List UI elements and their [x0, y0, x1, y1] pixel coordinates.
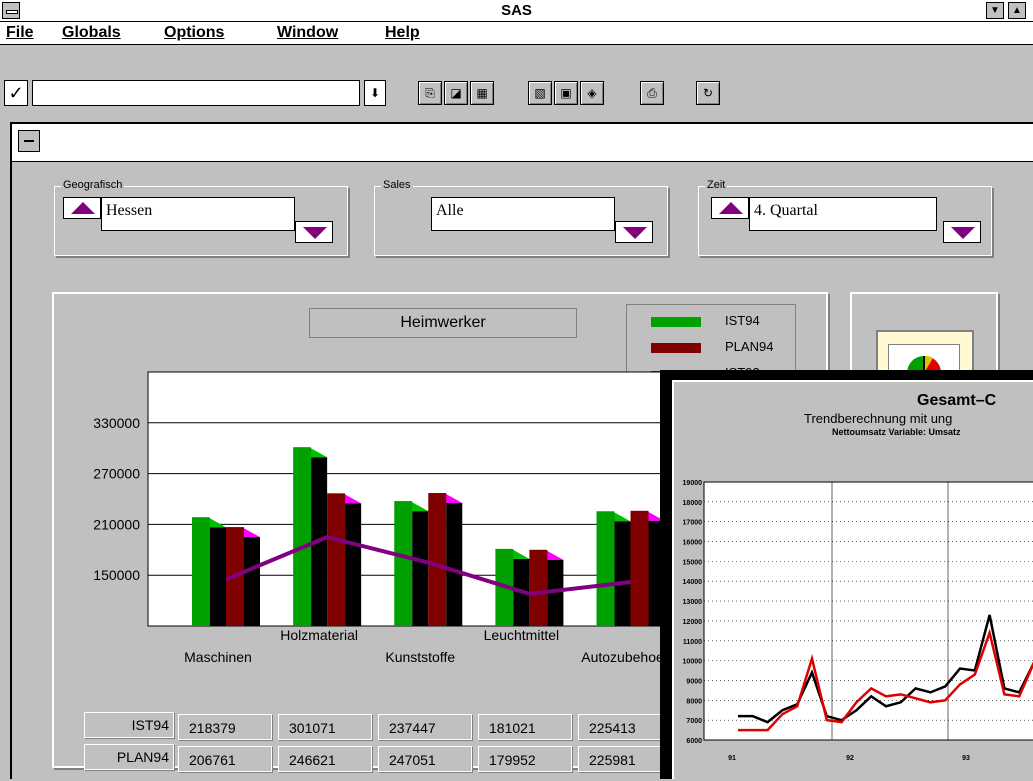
- table-cell: 301071: [278, 714, 372, 740]
- filter-geo-label: Geografisch: [61, 179, 125, 191]
- menu-options[interactable]: Options: [164, 24, 224, 42]
- down-arrow-icon: [951, 227, 975, 239]
- sales-value-field[interactable]: Alle: [431, 197, 615, 231]
- table-row-label-plan94: PLAN94: [84, 744, 174, 770]
- table-cell: 179952: [478, 746, 572, 772]
- undo-icon[interactable]: ↻: [696, 81, 720, 105]
- up-arrow-icon: [71, 202, 95, 214]
- report-window-menu-button[interactable]: [18, 130, 40, 152]
- command-input[interactable]: [32, 80, 360, 106]
- bar: [394, 501, 413, 626]
- trend-y-tick-label: 9000: [686, 678, 702, 685]
- trend-y-tick-label: 7000: [686, 718, 702, 725]
- x-tick-label: Holzmaterial: [280, 627, 358, 643]
- trend-y-tick-label: 15000: [683, 559, 703, 566]
- zeit-down-button[interactable]: [943, 221, 981, 243]
- table-cell: 225981: [578, 746, 672, 772]
- table-cell: 225413: [578, 714, 672, 740]
- x-tick-label: Autozubehoe: [581, 649, 664, 665]
- up-arrow-icon: [719, 202, 743, 214]
- bar: [327, 493, 346, 626]
- bar: [596, 511, 615, 626]
- trend-y-tick-label: 18000: [683, 500, 703, 507]
- y-tick-label: 210000: [93, 516, 140, 532]
- table-icon[interactable]: ▦: [470, 81, 494, 105]
- toolbar: ✓ ⬇ ⎘ ◪ ▦ ▧ ▣ ◈ ⎙ ↻: [0, 46, 1033, 121]
- table-cell: 246621: [278, 746, 372, 772]
- table-cell: 218379: [178, 714, 272, 740]
- geo-up-button[interactable]: [63, 197, 101, 219]
- print-icon[interactable]: ⎙: [640, 81, 664, 105]
- geo-value-field[interactable]: Hessen: [101, 197, 295, 231]
- filter-sales-group: Sales Alle: [374, 179, 668, 256]
- trend-chart: 19000 18000 17000 16000 15000 14000 13000 12000…: [683, 480, 1033, 762]
- trend-y-tick-label: 12000: [683, 619, 703, 626]
- table-row-label-ist94: IST94: [84, 712, 174, 738]
- trend-window[interactable]: Gesamt–C Trendberechnung mit ung Nettoum…: [660, 370, 1033, 779]
- diamond-icon[interactable]: ◈: [580, 81, 604, 105]
- trend-y-tick-label: 13000: [683, 599, 703, 606]
- x-tick-label: Kunststoffe: [385, 649, 455, 665]
- trend-y-tick-label: 17000: [683, 520, 703, 527]
- filter-sales-label: Sales: [381, 179, 413, 191]
- app-title: SAS: [501, 2, 532, 19]
- trend-y-tick-label: 19000: [683, 480, 703, 487]
- trend-plot-area: [703, 481, 1033, 741]
- trend-x-tick-label: 92: [846, 755, 854, 762]
- bar: [529, 549, 548, 626]
- trend-x-tick-label: 91: [728, 755, 736, 762]
- table-cell: 237447: [378, 714, 472, 740]
- trend-panel: Gesamt–C Trendberechnung mit ung Nettoum…: [672, 380, 1033, 779]
- copy-icon[interactable]: ⎘: [418, 81, 442, 105]
- menu-globals[interactable]: Globals: [62, 24, 121, 42]
- table-cell: 206761: [178, 746, 272, 772]
- trend-y-tick-label: 10000: [683, 659, 703, 666]
- bar-side: [244, 537, 260, 626]
- menu-file[interactable]: File: [6, 24, 34, 42]
- sales-down-button[interactable]: [615, 221, 653, 243]
- geo-down-button[interactable]: [295, 221, 333, 243]
- trend-y-tick-label: 16000: [683, 540, 703, 547]
- trend-x-tick-label: 93: [962, 755, 970, 762]
- graph-icon[interactable]: ◪: [444, 81, 468, 105]
- y-tick-label: 150000: [93, 567, 140, 583]
- filter-geo-group: Geografisch Hessen: [54, 179, 348, 256]
- map-icon[interactable]: ▧: [528, 81, 552, 105]
- notepad-icon[interactable]: ▣: [554, 81, 578, 105]
- bar-side: [210, 527, 226, 626]
- trend-y-tick-label: 11000: [683, 639, 702, 646]
- bar-side: [614, 521, 631, 626]
- x-tick-label: Maschinen: [184, 649, 252, 665]
- check-icon[interactable]: ✓: [4, 80, 28, 106]
- menu-help[interactable]: Help: [385, 24, 420, 42]
- trend-y-tick-label: 6000: [686, 738, 702, 745]
- bar-side: [412, 511, 429, 626]
- down-arrow-icon: [303, 227, 327, 239]
- maximize-button[interactable]: ▲: [1008, 2, 1026, 19]
- trend-y-tick-label: 8000: [686, 698, 702, 705]
- filter-zeit-group: Zeit 4. Quartal: [698, 179, 992, 256]
- y-tick-label: 330000: [93, 415, 140, 431]
- zeit-value-field[interactable]: 4. Quartal: [749, 197, 937, 231]
- bar: [630, 510, 649, 626]
- y-tick-label: 270000: [93, 466, 140, 482]
- bar-side: [446, 503, 463, 626]
- minimize-button[interactable]: ▼: [986, 2, 1004, 19]
- command-dropdown-button[interactable]: ⬇: [364, 80, 386, 106]
- x-tick-label: Leuchtmittel: [484, 627, 559, 643]
- bar: [192, 517, 210, 626]
- table-cell: 247051: [378, 746, 472, 772]
- trend-y-tick-label: 14000: [683, 579, 703, 586]
- bar: [428, 493, 447, 626]
- menu-window[interactable]: Window: [277, 24, 338, 42]
- zeit-up-button[interactable]: [711, 197, 749, 219]
- bar: [293, 447, 312, 626]
- report-window-titlebar: [12, 124, 1033, 162]
- down-arrow-icon: [623, 227, 647, 239]
- table-cell: 181021: [478, 714, 572, 740]
- title-bar: SAS ▼ ▲: [0, 0, 1033, 22]
- menu-bar: File Globals Options Window Help: [0, 22, 1033, 45]
- bar-side: [345, 503, 362, 626]
- filter-zeit-label: Zeit: [705, 179, 728, 191]
